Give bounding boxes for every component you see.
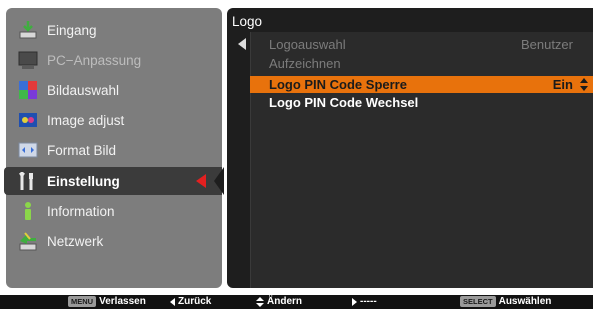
hint-change-label: Ändern [267, 296, 302, 307]
menu-key-badge: MENU [68, 296, 97, 307]
select-key-badge: SELECT [460, 296, 496, 307]
menu-item-label: Information [47, 203, 115, 219]
menu-item-label: Eingang [47, 22, 97, 38]
up-down-arrows-icon[interactable] [579, 78, 589, 91]
key-hint-bar: MENU Verlassen Zurück Ändern ----- SELEC… [0, 295, 593, 309]
menu-item-format-bild[interactable]: Format Bild [10, 136, 220, 164]
row-label: Logo PIN Code Sperre [269, 77, 407, 92]
menu-item-label: Format Bild [47, 142, 117, 158]
row-label: Logo PIN Code Wechsel [269, 95, 419, 110]
osd-screen: Eingang PC−Anpassung Bildauswahl Image a… [0, 0, 593, 309]
image-select-icon [17, 79, 39, 101]
menu-item-label: Einstellung [47, 173, 120, 189]
menu-item-label: Netzwerk [47, 233, 104, 249]
menu-item-label: PC−Anpassung [47, 52, 142, 68]
hint-change: Ändern [256, 296, 302, 307]
back-chevron-icon[interactable] [238, 38, 246, 50]
hint-select: SELECT Auswählen [460, 296, 551, 307]
menu-item-information[interactable]: Information [10, 197, 220, 225]
hint-back-label: Zurück [178, 296, 212, 307]
hint-exit-label: Verlassen [99, 296, 146, 307]
hint-next-label: ----- [360, 296, 377, 307]
right-arrow-icon [352, 297, 357, 306]
submenu-row-logo-pin-code-wechsel[interactable]: Logo PIN Code Wechsel [250, 94, 593, 111]
menu-item-label: Image adjust [47, 112, 125, 128]
pc-adjust-icon [17, 49, 39, 71]
screen-format-icon [17, 139, 39, 161]
menu-item-netzwerk[interactable]: Netzwerk [10, 227, 220, 255]
row-value: Ein [552, 77, 573, 92]
submenu-row-logoauswahl: Logoauswahl Benutzer [250, 36, 593, 53]
setting-icon [17, 170, 39, 192]
hint-next: ----- [352, 296, 377, 307]
row-value: Benutzer [520, 37, 573, 52]
selection-arrow-icon [196, 174, 206, 188]
menu-item-label: Bildauswahl [47, 82, 120, 98]
hint-exit: MENU Verlassen [68, 296, 146, 307]
left-arrow-icon [170, 297, 175, 306]
menu-item-image-adjust[interactable]: Image adjust [10, 106, 220, 134]
menu-item-pc-anpassung[interactable]: PC−Anpassung [10, 46, 220, 74]
up-down-icon [256, 296, 264, 307]
submenu-title: Logo [232, 14, 263, 29]
hint-back: Zurück [170, 296, 211, 307]
hint-select-label: Auswählen [498, 296, 552, 307]
menu-item-eingang[interactable]: Eingang [10, 16, 220, 44]
menu-item-bildauswahl[interactable]: Bildauswahl [10, 76, 220, 104]
submenu-row-logo-pin-code-sperre[interactable]: Logo PIN Code Sperre Ein [250, 76, 593, 93]
information-icon [17, 200, 39, 222]
submenu-row-aufzeichnen: Aufzeichnen [250, 55, 593, 72]
network-icon [17, 230, 39, 252]
image-adjust-icon [17, 109, 39, 131]
row-label: Aufzeichnen [269, 56, 341, 71]
input-icon [17, 19, 39, 41]
menu-item-einstellung[interactable]: Einstellung [10, 167, 220, 195]
row-label: Logoauswahl [269, 37, 346, 52]
